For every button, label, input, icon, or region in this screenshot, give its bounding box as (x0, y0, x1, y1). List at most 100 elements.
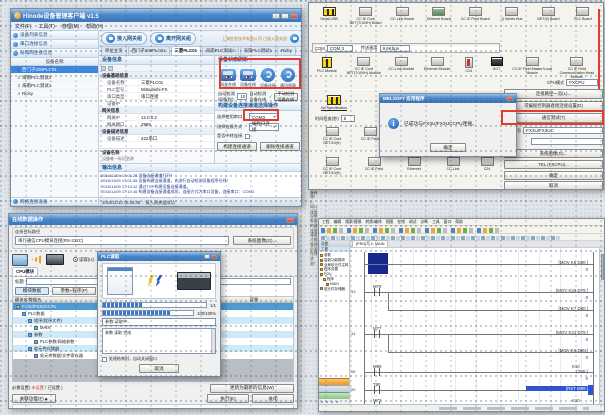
melsoft-ok-button[interactable]: 确定 (430, 143, 466, 152)
listbox-scrollbar[interactable] (211, 329, 215, 353)
tab-siemens200plc01[interactable]: 西门子200PLC01 (128, 46, 170, 55)
progress-listbox[interactable]: 参数 读取 完成 (102, 328, 216, 354)
menu-view[interactable]: 视图 (386, 220, 394, 225)
instruction-mov4[interactable]: [MOV K31 D79 ] (508, 330, 588, 335)
sidebar-item-device-list[interactable]: 设备列表信息 (11, 31, 98, 40)
module-data-button[interactable]: 模块数据 (15, 287, 49, 295)
contact-m77[interactable] (374, 330, 380, 338)
prop-device-ip[interactable]: 设备IP (99, 100, 214, 107)
melsoft-close-button[interactable] (506, 96, 513, 101)
refresh-info-button[interactable]: 更新为最新的信息(W) (210, 384, 294, 393)
menu-file[interactable]: 文件(F) (15, 23, 31, 30)
table-row[interactable]: 3海南PLC测试1 (11, 82, 98, 90)
radio-read[interactable]: 读取(U) (73, 257, 94, 263)
titlebar-device-manager[interactable]: Hinode设备管理客户端 v1.5 (11, 9, 301, 22)
cancel-button[interactable]: 取消 (504, 181, 603, 190)
menu-diagnostics[interactable]: 诊断 (420, 220, 428, 225)
time-check-value[interactable]: 5 (341, 115, 355, 122)
execute-button[interactable]: 执行(E) (207, 394, 249, 403)
minimize-button[interactable] (204, 254, 210, 259)
melsoft-dialog-titlebar[interactable]: MELSOFT 应用程序 (380, 94, 516, 103)
scrollbar-thumb[interactable] (601, 254, 604, 280)
menu-project[interactable]: 工程 (322, 220, 330, 225)
prop-description[interactable]: 设备描述422串口 (99, 135, 214, 142)
coil-t90[interactable]: (T90 ) (508, 369, 588, 374)
categorize-icon[interactable] (108, 66, 113, 71)
route-ccie-cont[interactable]: CC IE Cont NET/10(H) (315, 157, 349, 175)
manual-check-button[interactable]: 手动检测设备在线 (274, 93, 298, 101)
menu-compile[interactable]: 转换/编译 (365, 220, 381, 225)
comm-test-button[interactable]: 通信测试(T) (504, 113, 603, 123)
nav-bar-project[interactable] (319, 378, 349, 385)
tree-item-device-memory[interactable]: 软元件存储器 (320, 287, 348, 292)
pc-ccie-cont-board[interactable]: CC IE Cont NET(T/100H) Board (349, 7, 383, 25)
menu-manage[interactable]: 管理(M) (62, 23, 80, 30)
nav-bar-user-library[interactable] (319, 385, 349, 392)
menu-tool[interactable]: 工具 (432, 220, 440, 225)
tab-ricky[interactable]: Ricky (277, 46, 296, 55)
com-port-value[interactable]: COM 3 (327, 45, 353, 52)
tab-home[interactable]: 单位主页 (101, 46, 127, 55)
prop-device-name[interactable]: 设备名称三菱PLC01 (99, 79, 214, 86)
no-specification[interactable]: No Specification (317, 95, 351, 110)
pc-ethernet-board[interactable]: Ethernet Board (422, 7, 456, 25)
menu-online[interactable]: 在线 (397, 220, 405, 225)
table-row[interactable]: 2海南PLC测试2 (11, 74, 98, 82)
group-basic-info[interactable]: 设备基础信息 (99, 72, 214, 79)
menu-find[interactable]: 搜索/替换 (345, 220, 361, 225)
interval-input[interactable]: 10 (237, 93, 247, 100)
online-data-titlebar[interactable]: 在线数据操作 (9, 214, 297, 225)
progress-cancel-button[interactable]: 取消 (139, 364, 179, 373)
table-row[interactable]: 1西门子200PLC01 (11, 66, 98, 74)
menu-debug[interactable]: 调试 (409, 220, 417, 225)
cclink-module[interactable]: CC-Link Module (385, 57, 417, 79)
contact-m72[interactable] (374, 402, 380, 404)
close-button[interactable] (286, 217, 294, 223)
leave-gateway-button[interactable]: 离开网关组 (150, 32, 196, 45)
build-channel-button[interactable]: 构建连接通道 (217, 142, 257, 151)
instruction-mov2[interactable]: [MOV K29 D79 ] (508, 288, 588, 293)
nav-tree[interactable]: 参数 智能功能模块 全局软元件注释 程序设置 POU 程序 MAIN 软元件存储… (319, 252, 349, 378)
contact-m99[interactable] (374, 368, 380, 376)
pc-net2-board[interactable]: NET(II) Board (531, 7, 565, 25)
connection-list-button[interactable]: 连接路径一览(L)... (504, 89, 603, 99)
minimize-button[interactable] (272, 13, 280, 19)
sidebar-item-lan-info[interactable]: 局域网连接信息 (11, 49, 98, 58)
ccie-field-master[interactable]: CC IE Field Master/Local Module (512, 57, 552, 79)
com-select[interactable]: COM3▼ (249, 113, 279, 121)
ccie-cont-module[interactable]: CC IE Cont NET(T/100H) Module (346, 57, 382, 79)
coil-t94[interactable]: (T94 ) (508, 403, 588, 404)
account-icon[interactable] (290, 34, 299, 43)
close-button[interactable] (211, 254, 217, 259)
ladder-scrollbar[interactable] (599, 248, 604, 404)
auto-check-mark[interactable]: ✓ (269, 94, 273, 99)
ladder-doc-tab[interactable]: [PRG]写入 MAIN (352, 240, 388, 247)
menu-tools[interactable]: 工具(T) (38, 23, 54, 30)
got-module[interactable]: GOT (485, 57, 509, 79)
ok-button[interactable]: 确定 (504, 171, 603, 180)
c24-module[interactable]: C24 (457, 57, 481, 79)
tab-hainan-test1[interactable]: 海南PLC测试1 (240, 46, 277, 55)
delete-channel-button[interactable]: 删除连接通道 (260, 142, 300, 151)
prop-serial-type[interactable]: 串口类型串口连接 (99, 93, 214, 100)
plc-read-titlebar[interactable]: PLC读取 (98, 252, 220, 261)
menu-window[interactable]: 窗口 (444, 220, 452, 225)
pc-serial-usb[interactable]: Serial USB (312, 7, 346, 25)
ethernet-module[interactable]: Ethernet Module (421, 57, 453, 79)
contact-m79[interactable] (374, 288, 380, 296)
route-c24[interactable]: C24 (477, 157, 497, 175)
pc-q-series-bus[interactable]: Q Series Bus (495, 7, 529, 25)
route-cclink[interactable]: CC-Link (439, 157, 467, 175)
system-image-button[interactable]: 系统图像(G)... (233, 236, 291, 245)
ccie-field-head[interactable]: CC IE Field Communication Head Module (556, 57, 598, 79)
instruction-mov3[interactable]: [MOV K7 D80 ] (508, 306, 588, 311)
ladder-canvas[interactable]: [MOV K5 D80 ] 0 33 M79 [MOV K29 D79 ] 0 … (350, 248, 604, 404)
close-dialog-button[interactable]: 关闭 (252, 394, 294, 403)
speed-value[interactable]: 9.6Kbps (380, 45, 410, 52)
output-log[interactable]: 2016/11/09 17:01:25 设备连接通道打开！ 2016/11/09… (99, 172, 301, 197)
instruction-mov5[interactable]: [MOV K9 D80 ] (508, 348, 588, 353)
menu-help[interactable]: 帮助 (455, 220, 463, 225)
instruction-rst[interactable]: [RST M99 ] (526, 386, 588, 391)
maximize-button[interactable] (281, 13, 289, 19)
join-gateway-button[interactable]: 接入网关组 (101, 32, 147, 45)
